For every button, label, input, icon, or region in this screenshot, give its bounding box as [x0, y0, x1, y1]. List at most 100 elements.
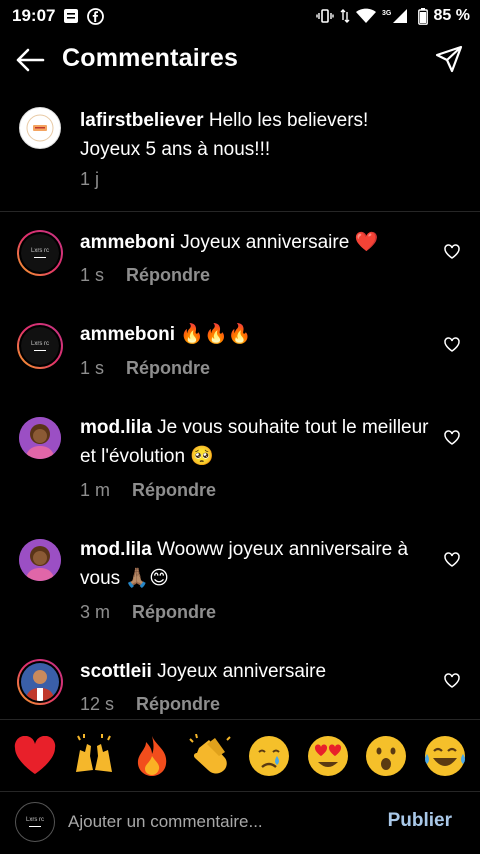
avatar[interactable]: Lxrs rc: [15, 802, 55, 842]
red-heart-icon: [15, 735, 56, 774]
avatar[interactable]: Lxrs rc: [17, 230, 63, 276]
comment-meta: 1 m Répondre: [80, 480, 216, 501]
reply-button[interactable]: Répondre: [132, 602, 216, 623]
caption-username[interactable]: lafirstbeliever: [80, 110, 204, 131]
comment-time: 3 m: [80, 602, 111, 622]
emoji-clap-button[interactable]: [187, 732, 235, 780]
reply-button[interactable]: Répondre: [136, 694, 220, 715]
comment-meta: 3 m Répondre: [80, 602, 216, 623]
avatar[interactable]: [19, 107, 61, 149]
back-arrow-icon: [16, 48, 45, 72]
comment-time: 1 s: [80, 265, 105, 285]
page-title: Commentaires: [62, 44, 239, 72]
avatar[interactable]: [17, 659, 63, 705]
comment-meta: 12 s Répondre: [80, 694, 220, 715]
user-cartoon-icon: [19, 539, 61, 581]
network-type-label: 3G: [382, 10, 392, 17]
signal-icon: 3G: [382, 8, 412, 24]
comment-text: mod.lila Je vous souhaite tout le meille…: [80, 413, 430, 471]
reply-button[interactable]: Répondre: [126, 265, 210, 286]
emoji-fire-button[interactable]: [128, 732, 176, 780]
comment-emoji: 🙏🏽😊: [125, 568, 169, 589]
comment-emoji: ❤️: [354, 232, 379, 253]
raised-hands-icon: [75, 733, 112, 772]
avatar[interactable]: Lxrs rc: [17, 323, 63, 369]
like-button[interactable]: [442, 427, 462, 447]
vibrate-icon: [315, 8, 334, 24]
reply-button[interactable]: Répondre: [126, 358, 210, 379]
comment-item: mod.lila Je vous souhaite tout le meille…: [0, 400, 480, 522]
data-arrows-icon: [340, 8, 350, 24]
emoji-crying-button[interactable]: [245, 732, 293, 780]
user-cartoon-icon: [19, 417, 61, 459]
heart-outline-icon: [444, 429, 460, 445]
quick-emoji-bar: [0, 719, 480, 791]
comment-emoji: 🔥🔥🔥: [180, 324, 252, 345]
comment-username[interactable]: mod.lila: [80, 539, 152, 560]
like-button[interactable]: [442, 334, 462, 354]
like-button[interactable]: [442, 241, 462, 261]
comment-text: ammeboni 🔥🔥🔥: [80, 320, 430, 349]
emoji-heart-button[interactable]: [11, 732, 59, 780]
comment-item: mod.lila Wooww joyeux anniversaire à vou…: [0, 522, 480, 644]
message-icon: [63, 8, 79, 24]
status-bar: 19:07 3G 85 %: [0, 0, 480, 32]
brand-logo-icon: [21, 109, 59, 147]
avatar[interactable]: [19, 539, 61, 581]
emoji-raised-hands-button[interactable]: [70, 732, 118, 780]
wifi-icon: [355, 8, 376, 24]
emoji-surprised-button[interactable]: [362, 732, 410, 780]
comment-body: Joyeux anniversaire: [151, 661, 327, 682]
comment-item: scottleii Joyeux anniversaire 12 s Répon…: [0, 644, 480, 719]
header: Commentaires: [0, 32, 480, 88]
emoji-heart-eyes-button[interactable]: [304, 732, 352, 780]
comment-username[interactable]: ammeboni: [80, 232, 175, 253]
clapping-hands-icon: [189, 733, 231, 774]
facebook-icon: [87, 7, 105, 25]
comment-text: mod.lila Wooww joyeux anniversaire à vou…: [80, 535, 430, 593]
comment-item: Lxrs rc ammeboni 🔥🔥🔥 1 s Répondre: [0, 306, 480, 399]
heart-outline-icon: [444, 336, 460, 352]
avatar[interactable]: [19, 417, 61, 459]
comment-time: 1 s: [80, 358, 105, 378]
share-button[interactable]: [434, 44, 464, 74]
like-button[interactable]: [442, 549, 462, 569]
heart-outline-icon: [444, 243, 460, 259]
comment-input[interactable]: [68, 806, 358, 838]
emoji-laughing-button[interactable]: [421, 732, 469, 780]
like-button[interactable]: [442, 670, 462, 690]
heart-eyes-face-icon: [307, 735, 348, 776]
send-icon: [435, 45, 463, 73]
comment-body: Joyeux anniversaire: [175, 232, 355, 253]
user-photo-icon: [21, 663, 59, 701]
caption-text: lafirstbeliever Hello les believers! Joy…: [80, 106, 430, 164]
comment-username[interactable]: scottleii: [80, 661, 152, 682]
comment-username[interactable]: ammeboni: [80, 324, 175, 345]
comment-time: 1 m: [80, 480, 111, 500]
comment-text: scottleii Joyeux anniversaire: [80, 657, 430, 686]
avatar-logo-text: Lxrs rc: [31, 247, 49, 254]
comment-text: ammeboni Joyeux anniversaire ❤️: [80, 228, 430, 257]
comment-username[interactable]: mod.lila: [80, 417, 152, 438]
avatar-logo-text: Lxrs rc: [26, 816, 44, 823]
comment-meta: 1 s Répondre: [80, 265, 210, 286]
comment-emoji: 🥺: [190, 446, 214, 467]
crying-face-icon: [249, 735, 290, 776]
heart-outline-icon: [444, 672, 460, 688]
fire-icon: [138, 735, 167, 776]
comment-meta: 1 s Répondre: [80, 358, 210, 379]
publish-button[interactable]: Publier: [388, 810, 452, 832]
post-caption: lafirstbeliever Hello les believers! Joy…: [0, 96, 480, 212]
status-time: 19:07: [12, 6, 56, 25]
reply-button[interactable]: Répondre: [132, 480, 216, 501]
battery-icon: [417, 7, 428, 25]
avatar-logo-text: Lxrs rc: [31, 340, 49, 347]
tears-of-joy-face-icon: [424, 735, 465, 776]
caption-meta: 1 j: [80, 169, 99, 190]
back-button[interactable]: [14, 46, 46, 74]
surprised-face-icon: [366, 735, 407, 776]
comment-item: Lxrs rc ammeboni Joyeux anniversaire ❤️ …: [0, 213, 480, 306]
comment-time: 12 s: [80, 694, 115, 714]
heart-outline-icon: [444, 551, 460, 567]
battery-percent: 85 %: [433, 7, 470, 24]
